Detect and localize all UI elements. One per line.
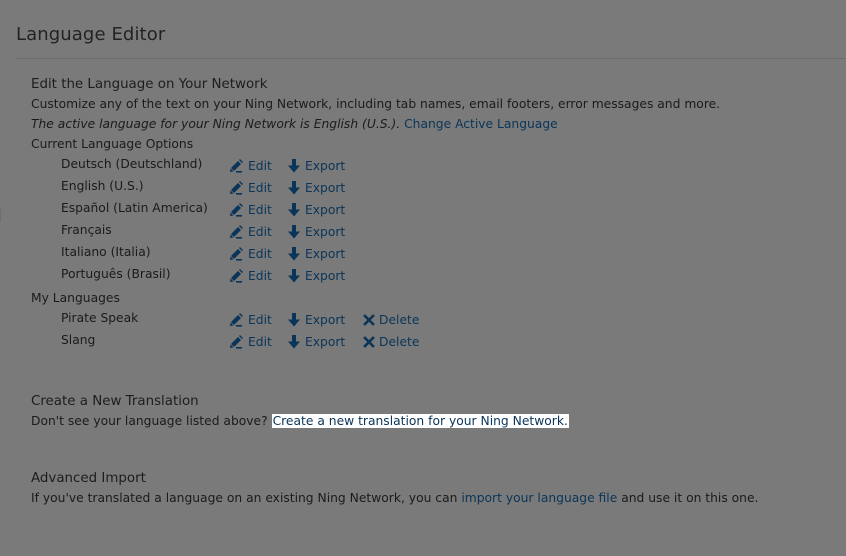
arrow-down-icon	[287, 225, 301, 239]
arrow-down-icon	[287, 247, 301, 261]
edit-label: Edit	[248, 335, 272, 349]
edit-action[interactable]: Edit	[229, 181, 272, 195]
export-action[interactable]: Export	[287, 203, 345, 217]
edit-label: Edit	[248, 313, 272, 327]
language-name: Pirate Speak	[61, 311, 139, 325]
export-action[interactable]: Export	[287, 247, 345, 261]
export-label: Export	[305, 181, 346, 195]
advanced-import-heading: Advanced Import	[31, 471, 146, 486]
edit-label: Edit	[248, 269, 272, 283]
edit-action[interactable]: Edit	[229, 335, 272, 349]
language-name: Español (Latin America)	[61, 201, 208, 215]
arrow-down-icon	[287, 269, 301, 283]
arrow-down-icon	[287, 159, 301, 173]
edit-action[interactable]: Edit	[229, 159, 272, 173]
active-language-line: The active language for your Ning Networ…	[31, 117, 558, 131]
pencil-icon	[229, 335, 244, 349]
edit-section-heading: Edit the Language on Your Network	[31, 77, 268, 92]
export-label: Export	[305, 159, 346, 173]
export-action[interactable]: Export	[287, 225, 345, 239]
language-row: English (U.S.) Edit Export	[61, 179, 481, 199]
pencil-icon	[229, 247, 244, 261]
edit-action[interactable]: Edit	[229, 203, 272, 217]
edit-label: Edit	[248, 203, 272, 217]
pencil-icon	[229, 159, 244, 173]
edit-section-description: Customize any of the text on your Ning N…	[31, 97, 721, 111]
language-row: Français Edit Export	[61, 223, 481, 243]
edit-label: Edit	[248, 225, 272, 239]
export-action[interactable]: Export	[287, 313, 345, 327]
language-name: Italiano (Italia)	[61, 245, 151, 259]
edit-label: Edit	[248, 181, 272, 195]
create-section-prompt: Don't see your language listed above?	[31, 414, 268, 428]
export-action[interactable]: Export	[287, 269, 345, 283]
active-language-note: The active language for your Ning Networ…	[31, 117, 401, 131]
language-row: Deutsch (Deutschland) Edit Export	[61, 157, 481, 177]
my-languages-heading: My Languages	[31, 291, 120, 305]
language-name: Français	[61, 223, 112, 237]
edit-label: Edit	[248, 247, 272, 261]
title-divider	[16, 58, 846, 59]
pencil-icon	[229, 269, 244, 283]
language-row: Português (Brasil) Edit Export	[61, 267, 481, 287]
export-label: Export	[305, 247, 346, 261]
edit-action[interactable]: Edit	[229, 225, 272, 239]
language-row: Italiano (Italia) Edit Export	[61, 245, 481, 265]
export-label: Export	[305, 203, 346, 217]
language-row: Español (Latin America) Edit Export	[61, 201, 481, 221]
language-name: English (U.S.)	[61, 179, 144, 193]
delete-label: Delete	[379, 335, 420, 349]
delete-label: Delete	[379, 313, 420, 327]
create-section-heading: Create a New Translation	[31, 394, 199, 409]
import-language-file-link[interactable]: import your language file	[461, 491, 617, 505]
export-label: Export	[305, 269, 346, 283]
delete-action[interactable]: Delete	[363, 335, 419, 349]
change-active-language-link[interactable]: Change Active Language	[404, 117, 558, 131]
arrow-down-icon	[287, 203, 301, 217]
language-row: Pirate Speak Edit Export Delete	[61, 311, 481, 331]
edit-action[interactable]: Edit	[229, 247, 272, 261]
advanced-import-suffix: and use it on this one.	[621, 491, 759, 505]
language-row: Slang Edit Export Delete	[61, 333, 481, 353]
export-action[interactable]: Export	[287, 159, 345, 173]
export-action[interactable]: Export	[287, 335, 345, 349]
page-title: Language Editor	[16, 24, 166, 45]
language-name: Slang	[61, 333, 96, 347]
left-edge-marker	[0, 208, 1, 222]
advanced-import-prefix: If you've translated a language on an ex…	[31, 491, 458, 505]
delete-action[interactable]: Delete	[363, 313, 419, 327]
x-icon	[363, 314, 375, 326]
create-translation-link[interactable]: Create a new translation for your Ning N…	[271, 414, 569, 428]
edit-action[interactable]: Edit	[229, 269, 272, 283]
export-action[interactable]: Export	[287, 181, 345, 195]
edit-action[interactable]: Edit	[229, 313, 272, 327]
x-icon	[363, 336, 375, 348]
edit-label: Edit	[248, 159, 272, 173]
current-options-heading: Current Language Options	[31, 137, 194, 151]
create-section-line: Don't see your language listed above? Cr…	[31, 414, 569, 428]
pencil-icon	[229, 203, 244, 217]
language-name: Deutsch (Deutschland)	[61, 157, 203, 171]
export-label: Export	[305, 225, 346, 239]
advanced-import-line: If you've translated a language on an ex…	[31, 491, 758, 505]
export-label: Export	[305, 335, 346, 349]
pencil-icon	[229, 225, 244, 239]
arrow-down-icon	[287, 181, 301, 195]
arrow-down-icon	[287, 335, 301, 349]
language-name: Português (Brasil)	[61, 267, 171, 281]
arrow-down-icon	[287, 313, 301, 327]
pencil-icon	[229, 313, 244, 327]
pencil-icon	[229, 181, 244, 195]
export-label: Export	[305, 313, 346, 327]
